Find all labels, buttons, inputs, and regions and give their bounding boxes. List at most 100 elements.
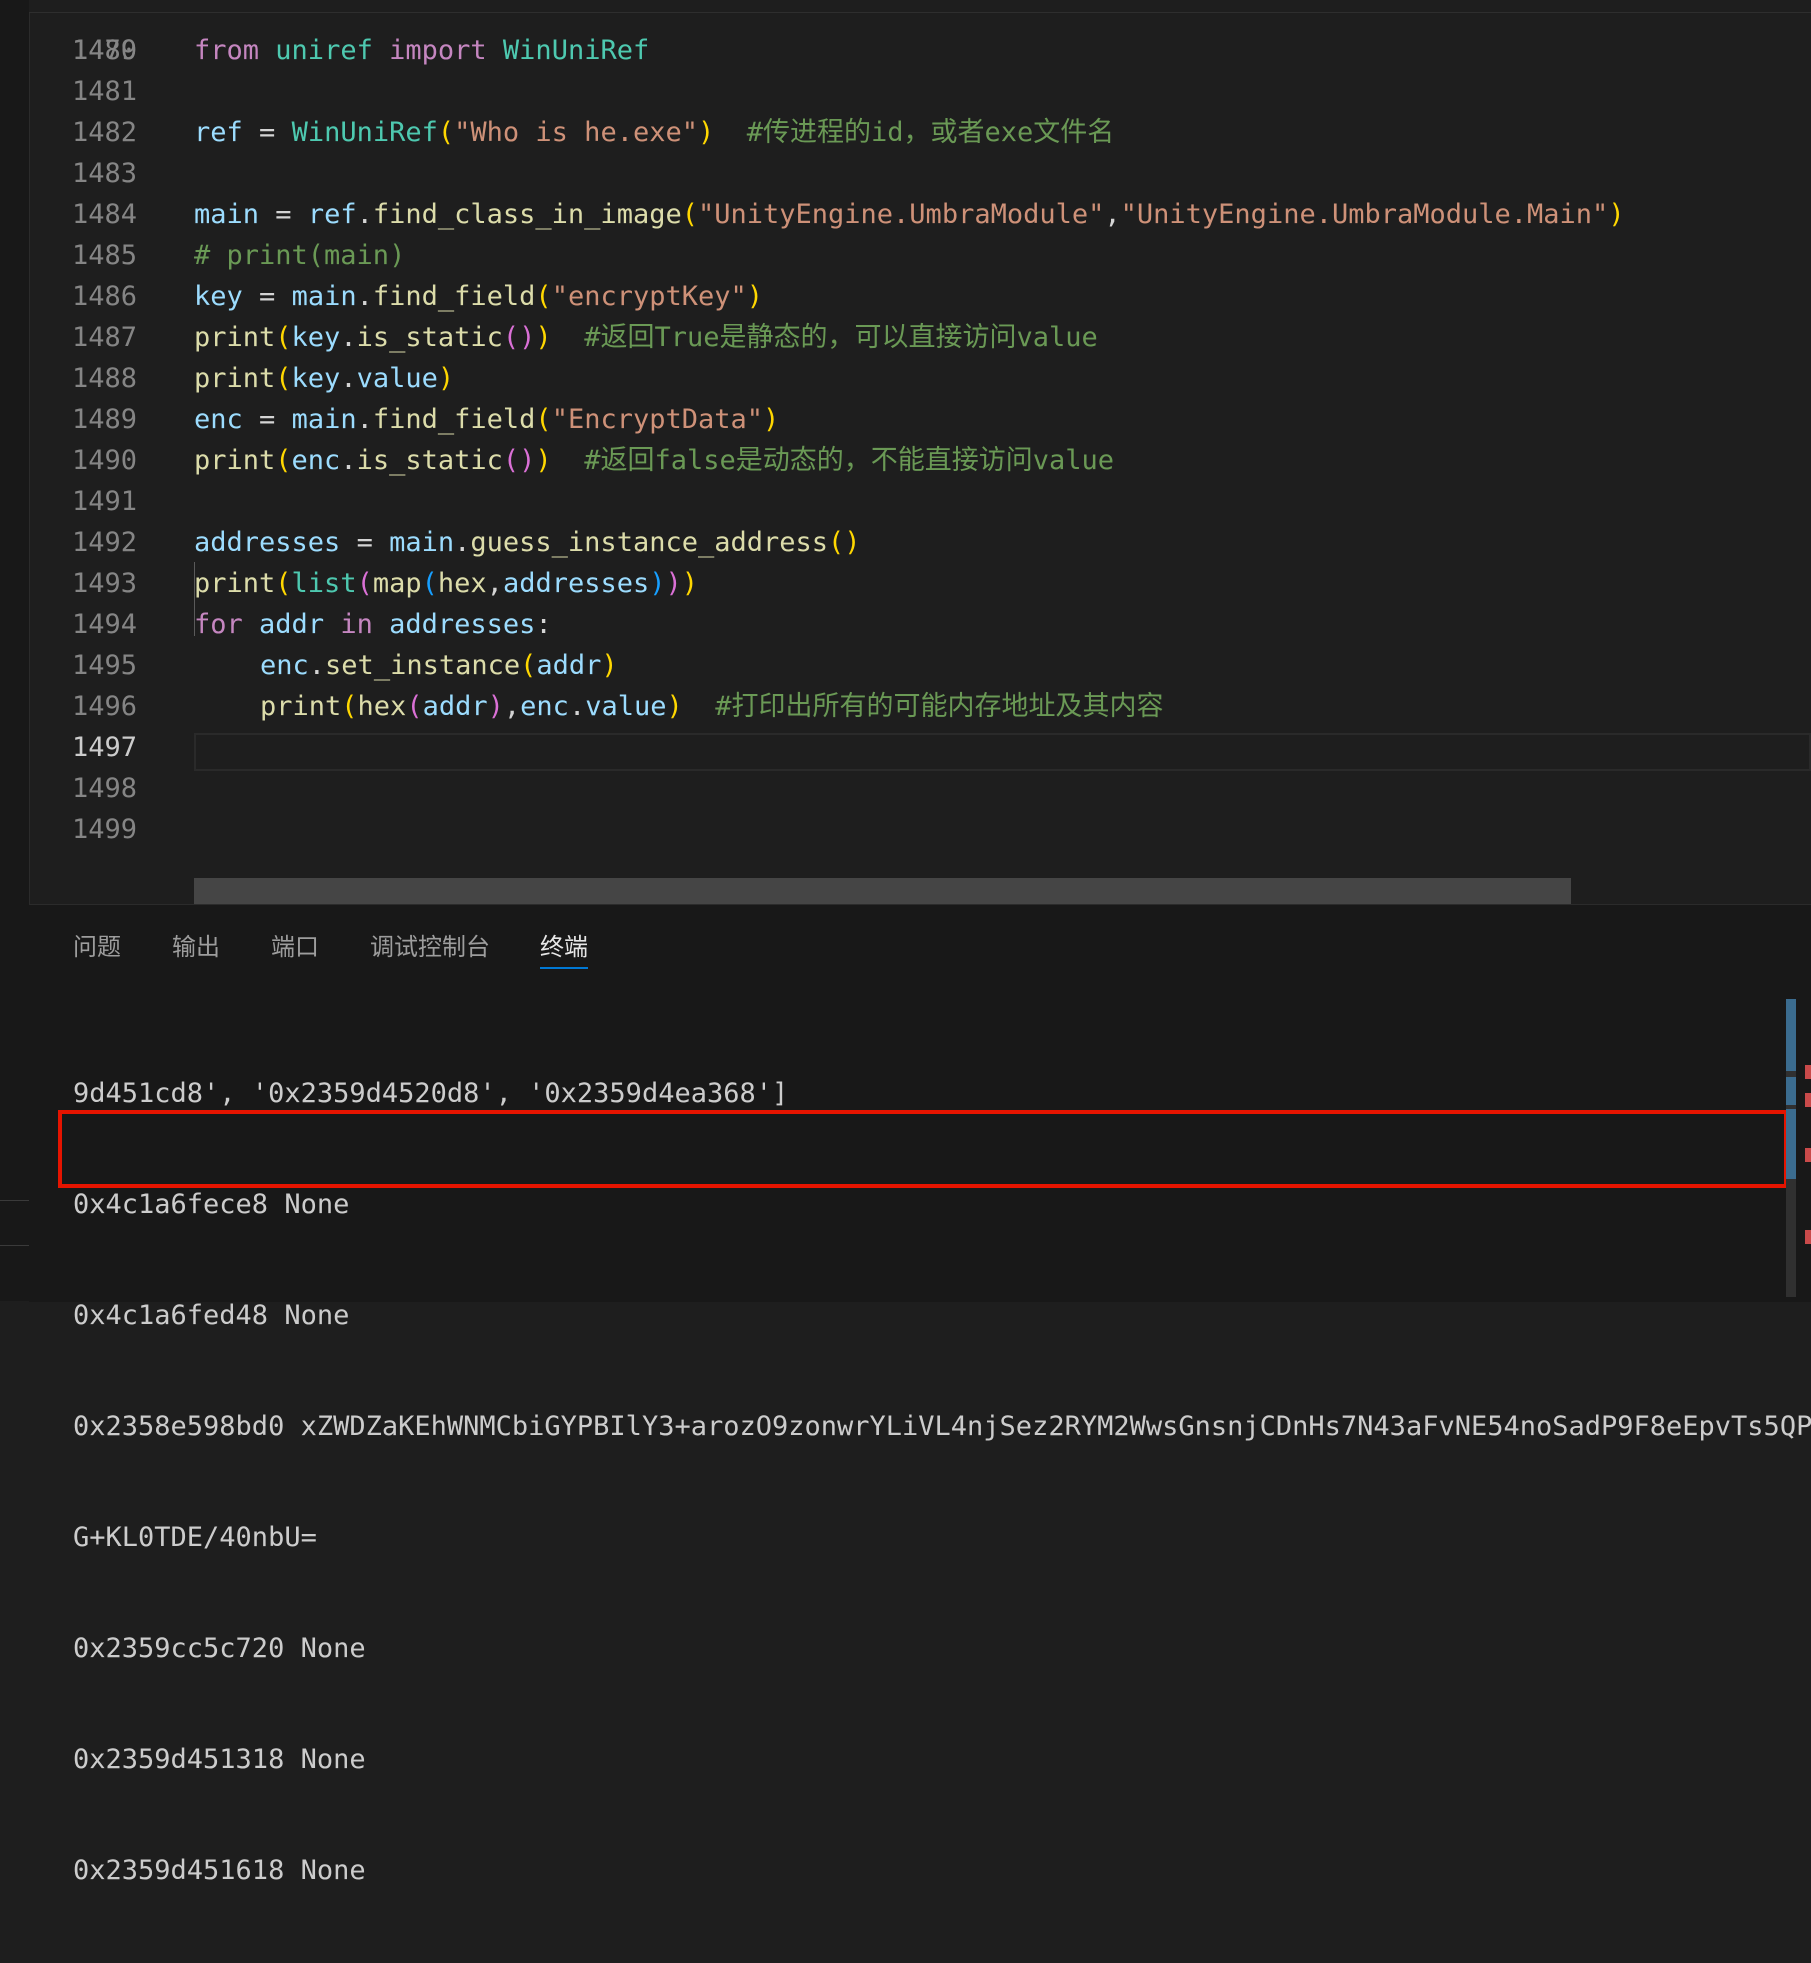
code-token: ( (275, 445, 292, 476)
tab-output[interactable]: 输出 (172, 927, 220, 967)
code-token: . (356, 199, 373, 230)
code-token: ( (406, 691, 423, 722)
code-line[interactable]: 1492 addresses = main.guess_instance_addr… (29, 522, 1811, 563)
code-token: () (502, 322, 536, 353)
line-number: 1490 (71, 445, 137, 476)
code-line[interactable]: 1483 (29, 153, 1811, 194)
code-token: ) (1608, 199, 1625, 230)
code-line[interactable]: 1493 print(list(map(hex,addresses))) (29, 563, 1811, 604)
code-token: ( (275, 363, 292, 394)
code-line[interactable]: 1481 (29, 71, 1811, 112)
tab-debug-console[interactable]: 调试控制台 (370, 927, 490, 967)
panel-tabs: 问题 输出 端口 调试控制台 终端 (29, 905, 1811, 985)
code-line[interactable]: 1485 # print(main) (29, 235, 1811, 276)
divider (0, 1245, 29, 1246)
code-token: addresses (389, 609, 536, 640)
terminal-line: G+KL0TDE/40nbU= (73, 1522, 317, 1553)
code-editor[interactable]: 1479 1480 from uniref import WinUniRef 148… (29, 12, 1811, 904)
code-line[interactable]: 1499 (29, 809, 1811, 850)
line-number: 1498 (71, 773, 137, 804)
code-token: main (194, 199, 260, 230)
code-token: ( (437, 117, 455, 148)
code-text: from uniref import WinUniRef (194, 30, 649, 71)
line-number: 1486 (71, 281, 137, 312)
tab-terminal[interactable]: 终端 (540, 927, 588, 969)
code-token: #返回True是静态的，可以直接访问value (584, 322, 1098, 353)
code-token: #传进程的id，或者exe文件名 (746, 117, 1115, 148)
terminal-line: 0x4c1a6fece8 None (73, 1189, 350, 1220)
code-text: print(enc.is_static()) #返回false是动态的，不能直接… (194, 440, 1114, 481)
code-line[interactable]: 1498 (29, 768, 1811, 809)
terminal-line: 0x2359cc5c720 None (73, 1633, 366, 1664)
code-token: WinUniRef (502, 35, 650, 66)
code-line[interactable]: 1496 print(hex(addr),enc.value) #打印出所有的可能… (29, 686, 1811, 727)
code-token: ) (763, 404, 780, 435)
tab-problems[interactable]: 问题 (73, 927, 121, 967)
line-number: 1493 (71, 568, 137, 599)
code-text: print(key.value) (194, 358, 454, 399)
code-token: ( (356, 568, 373, 599)
code-line[interactable]: 1489 enc = main.find_field("EncryptData") (29, 399, 1811, 440)
code-token: = (340, 527, 390, 558)
code-line[interactable]: 1482 ref = WinUniRef("Who is he.exe") #传进… (29, 112, 1811, 153)
code-token: print (194, 568, 276, 599)
code-token: ) (666, 691, 683, 722)
divider (0, 1200, 29, 1201)
terminal-line: 0x2358e598bd0 xZWDZaKEhWNMCbiGYPBIlY3+ar… (73, 1411, 1811, 1442)
code-token: . (454, 527, 471, 558)
terminal-vertical-scrollbar[interactable] (1786, 999, 1796, 1297)
code-token: hex (437, 568, 487, 599)
tab-ports[interactable]: 端口 (271, 927, 319, 967)
code-token: ) (535, 322, 552, 353)
code-token: "Who is he.exe" (454, 117, 698, 148)
code-text: for addr in addresses: (194, 604, 552, 645)
code-token: find_field (372, 281, 536, 312)
code-line[interactable]: 1484 main = ref.find_class_in_image("Unit… (29, 194, 1811, 235)
code-token: ) (697, 117, 715, 148)
code-token: addresses (194, 527, 341, 558)
code-token: ) (487, 691, 504, 722)
code-token: ) (681, 568, 699, 599)
code-token: "encryptKey" (551, 281, 747, 312)
line-number: 1482 (71, 117, 137, 148)
code-token: enc (260, 650, 309, 681)
code-token: ref (194, 117, 243, 148)
code-token: ) (746, 281, 764, 312)
code-line[interactable]: 1494 for addr in addresses: (29, 604, 1811, 645)
code-token: uniref (275, 35, 373, 66)
code-token: . (308, 650, 326, 681)
code-token: main (291, 281, 357, 312)
code-token: enc (520, 691, 569, 722)
code-text: print(key.is_static()) #返回True是静态的，可以直接访… (194, 317, 1098, 358)
code-token: ( (681, 199, 698, 230)
code-token: addresses (502, 568, 650, 599)
code-line[interactable]: 1491 (29, 481, 1811, 522)
horizontal-scrollbar[interactable] (194, 878, 1571, 904)
line-number: 1494 (71, 609, 137, 640)
code-text: ref = WinUniRef("Who is he.exe") #传进程的id… (194, 112, 1114, 153)
bottom-panel: 问题 输出 端口 调试控制台 终端 9d451cd8', '0x2359d452… (29, 904, 1811, 1886)
code-line[interactable]: 1486 key = main.find_field("encryptKey") (29, 276, 1811, 317)
code-line[interactable]: 1480 from uniref import WinUniRef (29, 30, 1811, 71)
code-token: value (585, 691, 667, 722)
code-token: , (503, 691, 521, 722)
code-line[interactable]: 1488 print(key.value) (29, 358, 1811, 399)
code-token: WinUniRef (291, 117, 438, 148)
code-line[interactable]: 1487 print(key.is_static()) #返回True是静态的，可… (29, 317, 1811, 358)
code-line[interactable]: 1490 print(enc.is_static()) #返回false是动态的，… (29, 440, 1811, 481)
code-text: key = main.find_field("encryptKey") (194, 276, 763, 317)
terminal-line: 0x2359d451618 None (73, 1855, 366, 1886)
code-token: . (356, 404, 373, 435)
code-line[interactable]: 1495 enc.set_instance(addr) (29, 645, 1811, 686)
code-token: print (194, 322, 276, 353)
code-token: . (356, 281, 373, 312)
code-token: # print(main) (194, 240, 406, 271)
terminal-line: 0x2359d451318 None (73, 1744, 366, 1775)
code-line-partial: 1479 (29, 12, 1811, 66)
scrollbar-thumb[interactable] (1786, 999, 1796, 1071)
code-token: key (291, 363, 341, 394)
